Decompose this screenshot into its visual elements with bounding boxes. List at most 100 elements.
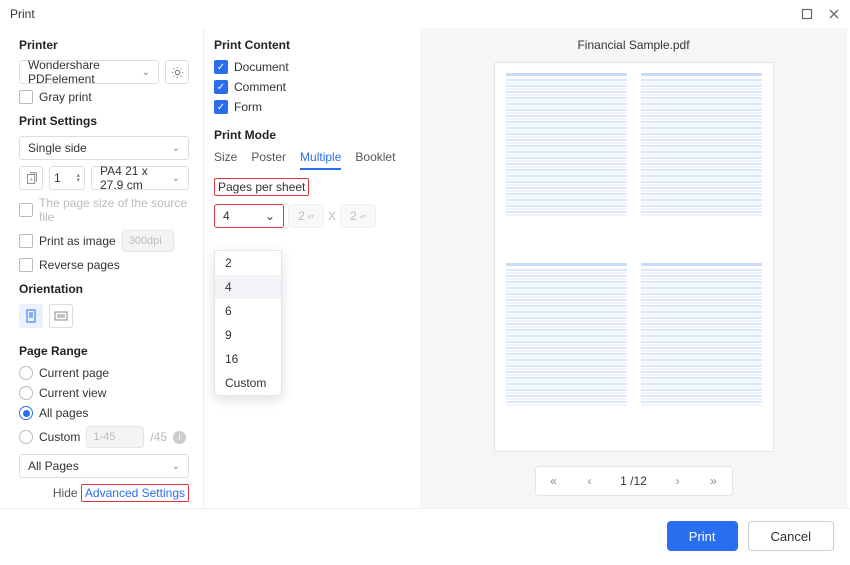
current-view-label: Current view bbox=[39, 386, 106, 400]
portrait-icon bbox=[25, 309, 37, 323]
side-value: Single side bbox=[28, 141, 87, 155]
orientation-portrait-button[interactable] bbox=[19, 304, 43, 328]
pager-first[interactable]: « bbox=[536, 474, 572, 488]
pps-option-4[interactable]: 4 bbox=[215, 275, 281, 299]
left-column: Printer Wondershare PDFelement ⌄ Gray pr… bbox=[1, 28, 203, 508]
printer-heading: Printer bbox=[19, 38, 189, 52]
print-as-image-checkbox[interactable] bbox=[19, 234, 33, 248]
custom-range-input[interactable]: 1-45 bbox=[86, 426, 144, 448]
pager-page: 1 /12 bbox=[608, 474, 660, 488]
pps-option-6[interactable]: 6 bbox=[215, 299, 281, 323]
reverse-pages-checkbox[interactable] bbox=[19, 258, 33, 272]
gray-print-checkbox[interactable] bbox=[19, 90, 33, 104]
reverse-pages-label: Reverse pages bbox=[39, 258, 120, 272]
pps-option-16[interactable]: 16 bbox=[215, 347, 281, 371]
orientation-landscape-button[interactable] bbox=[49, 304, 73, 328]
cancel-button[interactable]: Cancel bbox=[748, 521, 834, 551]
page-range-heading: Page Range bbox=[19, 344, 189, 358]
document-label: Document bbox=[234, 60, 289, 74]
landscape-icon bbox=[54, 310, 68, 322]
window-controls bbox=[800, 8, 840, 21]
all-pages-radio[interactable] bbox=[19, 406, 33, 420]
tab-multiple[interactable]: Multiple bbox=[300, 150, 341, 170]
mode-tabs: Size Poster Multiple Booklet bbox=[214, 150, 406, 170]
side-select[interactable]: Single side ⌄ bbox=[19, 136, 189, 160]
tab-size[interactable]: Size bbox=[214, 150, 237, 170]
pager-prev[interactable]: ‹ bbox=[572, 474, 608, 488]
form-label: Form bbox=[234, 100, 262, 114]
current-page-radio[interactable] bbox=[19, 366, 33, 380]
preview-filename: Financial Sample.pdf bbox=[577, 28, 689, 62]
preview-column: Financial Sample.pdf « ‹ 1 /12 › » bbox=[420, 28, 847, 508]
window-title: Print bbox=[10, 7, 35, 21]
stepper-arrows[interactable]: ▴▾ bbox=[76, 173, 80, 183]
printer-settings-button[interactable] bbox=[165, 60, 189, 84]
dim-x: X bbox=[328, 209, 336, 223]
document-checkbox[interactable]: ✓ bbox=[214, 60, 228, 74]
chevron-down-icon: ⌄ bbox=[265, 209, 275, 223]
print-content-heading: Print Content bbox=[214, 38, 406, 52]
pager-last[interactable]: » bbox=[696, 474, 732, 488]
main-content: Printer Wondershare PDFelement ⌄ Gray pr… bbox=[0, 28, 850, 508]
printer-value: Wondershare PDFelement bbox=[28, 58, 142, 86]
advanced-settings-link[interactable]: Advanced Settings bbox=[85, 486, 185, 500]
paper-value: PA4 21 x 27.9 cm bbox=[100, 164, 172, 192]
copies-value: 1 bbox=[54, 171, 61, 185]
comment-label: Comment bbox=[234, 80, 286, 94]
copies-icon: + bbox=[25, 172, 38, 185]
print-mode-heading: Print Mode bbox=[214, 128, 406, 142]
all-pages-label: All pages bbox=[39, 406, 88, 420]
custom-range-total: /45 bbox=[150, 430, 167, 444]
tab-poster[interactable]: Poster bbox=[251, 150, 286, 170]
current-page-label: Current page bbox=[39, 366, 109, 380]
custom-range-radio[interactable] bbox=[19, 430, 33, 444]
print-as-image-label: Print as image bbox=[39, 234, 116, 248]
pages-per-sheet-label: Pages per sheet bbox=[214, 178, 309, 196]
chevron-down-icon: ⌄ bbox=[172, 143, 180, 154]
pps-dropdown: 2 4 6 9 16 Custom bbox=[214, 250, 282, 396]
preview-sheet bbox=[494, 62, 774, 452]
dim-cols: 2▴▾ bbox=[288, 204, 324, 228]
source-size-label: The page size of the source file bbox=[39, 196, 189, 224]
subset-value: All Pages bbox=[28, 459, 79, 473]
comment-checkbox[interactable]: ✓ bbox=[214, 80, 228, 94]
svg-text:+: + bbox=[29, 176, 33, 182]
tab-booklet[interactable]: Booklet bbox=[355, 150, 395, 170]
preview-page bbox=[503, 71, 630, 253]
chevron-down-icon: ⌄ bbox=[172, 173, 180, 184]
pps-option-2[interactable]: 2 bbox=[215, 251, 281, 275]
form-checkbox[interactable]: ✓ bbox=[214, 100, 228, 114]
preview-page bbox=[503, 261, 630, 443]
print-settings-heading: Print Settings bbox=[19, 114, 189, 128]
close-icon[interactable] bbox=[827, 8, 840, 21]
preview-page bbox=[638, 71, 765, 253]
source-size-checkbox[interactable] bbox=[19, 203, 33, 217]
titlebar: Print bbox=[0, 0, 850, 28]
gear-icon bbox=[171, 66, 184, 79]
footer: Print Cancel bbox=[0, 508, 850, 563]
subset-select[interactable]: All Pages ⌄ bbox=[19, 454, 189, 478]
paper-select[interactable]: PA4 21 x 27.9 cm ⌄ bbox=[91, 166, 189, 190]
maximize-icon[interactable] bbox=[800, 8, 813, 21]
pps-option-custom[interactable]: Custom bbox=[215, 371, 281, 395]
current-view-radio[interactable] bbox=[19, 386, 33, 400]
preview-page bbox=[638, 261, 765, 443]
copies-icon-button[interactable]: + bbox=[19, 166, 43, 190]
pps-option-9[interactable]: 9 bbox=[215, 323, 281, 347]
info-icon: i bbox=[173, 431, 186, 444]
dpi-input[interactable]: 300dpi bbox=[122, 230, 174, 252]
gray-print-label: Gray print bbox=[39, 90, 92, 104]
pager: « ‹ 1 /12 › » bbox=[535, 466, 733, 496]
middle-column: Print Content ✓ Document ✓ Comment ✓ Form P… bbox=[203, 28, 420, 508]
hide-label: Hide bbox=[53, 486, 78, 500]
chevron-down-icon: ⌄ bbox=[142, 67, 150, 78]
pager-next[interactable]: › bbox=[660, 474, 696, 488]
pps-value: 4 bbox=[223, 209, 230, 223]
copies-input[interactable]: 1 ▴▾ bbox=[49, 166, 85, 190]
chevron-down-icon: ⌄ bbox=[172, 461, 180, 472]
print-button[interactable]: Print bbox=[667, 521, 738, 551]
printer-select[interactable]: Wondershare PDFelement ⌄ bbox=[19, 60, 159, 84]
dim-rows: 2▴▾ bbox=[340, 204, 376, 228]
custom-range-label: Custom bbox=[39, 430, 80, 444]
pages-per-sheet-select[interactable]: 4 ⌄ bbox=[214, 204, 284, 228]
